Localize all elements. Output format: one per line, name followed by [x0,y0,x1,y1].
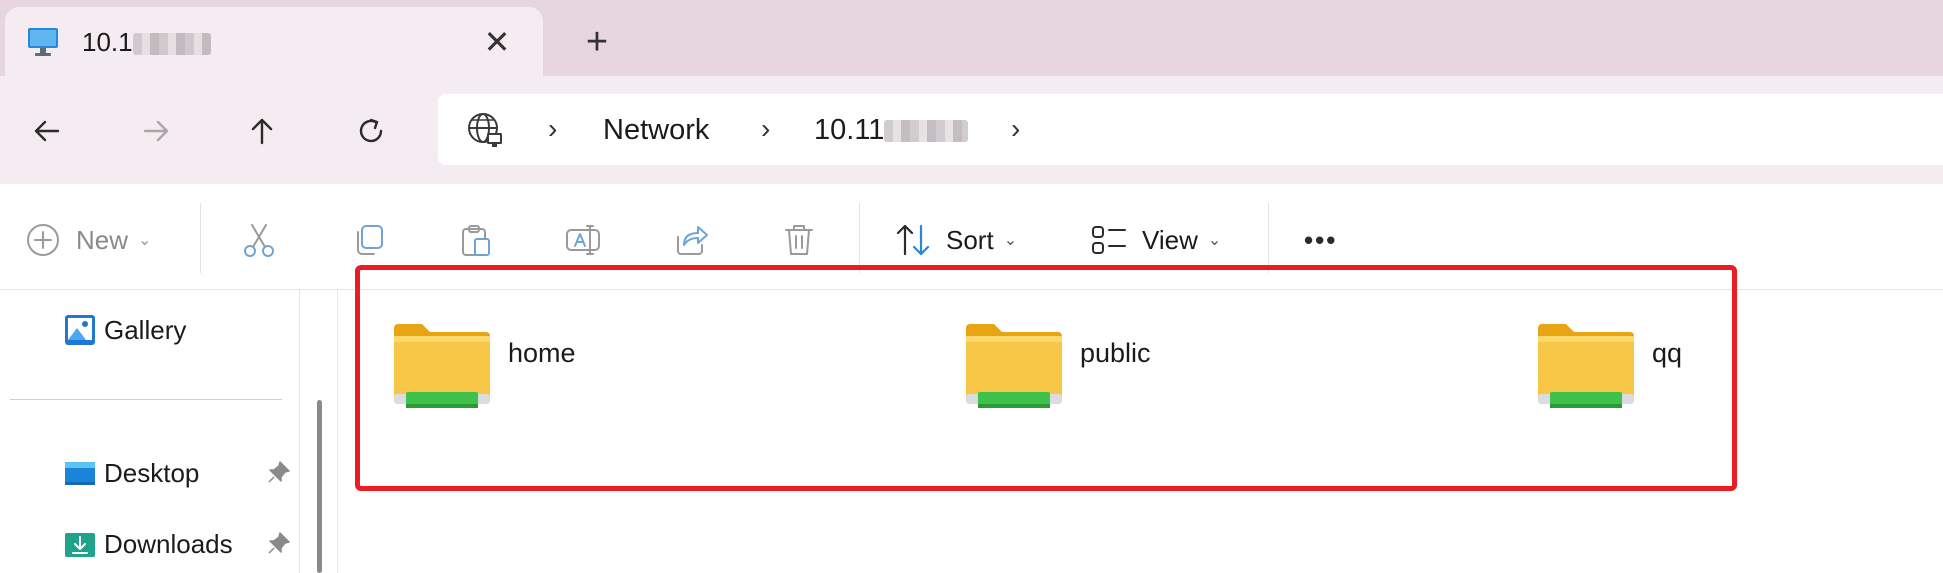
gallery-icon [65,315,95,345]
clipboard-icon [462,225,490,256]
view-button[interactable]: View ⌄ [1090,218,1221,262]
sidebar-item-label: Gallery [104,314,187,345]
tab-title: 10.1 [82,26,211,58]
scissors-icon [244,224,274,257]
paste-button[interactable] [457,218,495,262]
new-button[interactable]: New ⌄ [24,218,151,262]
cut-button[interactable] [240,218,278,262]
pin-icon[interactable] [266,459,292,490]
view-button-label: View [1142,224,1198,255]
sort-arrows-icon [896,224,930,256]
back-button[interactable] [19,103,75,159]
sidebar-item-gallery[interactable]: Gallery [62,308,186,352]
more-options-button[interactable]: ••• [1304,218,1337,262]
rename-button[interactable] [564,218,602,262]
sidebar-border [299,290,300,573]
new-tab-button[interactable]: + [575,22,619,62]
breadcrumb-network[interactable]: Network [603,113,709,147]
rename-icon [566,225,600,255]
sidebar-scrollbar[interactable] [317,400,322,573]
forward-button[interactable] [128,103,184,159]
toolbar-divider [859,203,860,273]
trash-icon [785,225,813,255]
up-button[interactable] [234,103,290,159]
share-button[interactable] [672,218,710,262]
desktop-folder-icon [65,462,95,485]
copy-button[interactable] [350,218,388,262]
breadcrumb-separator[interactable]: › [1011,112,1020,146]
chevron-down-icon: ⌄ [138,232,152,249]
sidebar-divider [10,399,282,400]
new-button-label: New [76,224,129,255]
annotation-highlight-box [355,265,1737,491]
sort-button-label: Sort [946,224,994,255]
toolbar-divider [200,203,201,273]
breadcrumb-host[interactable]: 10.11 [814,113,969,147]
redacted-text [884,120,969,143]
plus-circle-icon [27,224,59,256]
refresh-icon [359,118,383,143]
monitor-icon [26,24,60,58]
sidebar-item-label: Desktop [104,457,200,488]
sidebar-item-label: Downloads [104,528,233,559]
pin-icon[interactable] [266,530,292,561]
breadcrumb-separator[interactable]: › [761,112,770,146]
chevron-down-icon: ⌄ [1003,232,1018,249]
breadcrumb-separator[interactable]: › [548,112,557,146]
forward-arrow-icon [143,120,169,142]
chevron-down-icon: ⌄ [1207,232,1222,249]
sort-button[interactable]: Sort ⌄ [894,218,1017,262]
refresh-button[interactable] [343,103,399,159]
up-arrow-icon [251,118,273,145]
network-globe-icon [465,110,505,150]
downloads-folder-icon [65,533,95,557]
share-icon [677,226,708,255]
tab-close-button[interactable]: ✕ [475,24,519,60]
copy-icon [357,225,383,255]
view-layout-icon [1092,226,1126,254]
toolbar-divider [1268,203,1269,273]
sidebar-item-downloads[interactable]: Downloads [62,522,233,566]
sidebar-item-desktop[interactable]: Desktop [62,451,199,495]
delete-button[interactable] [780,218,818,262]
back-arrow-icon [34,120,60,142]
redacted-text [132,33,211,56]
